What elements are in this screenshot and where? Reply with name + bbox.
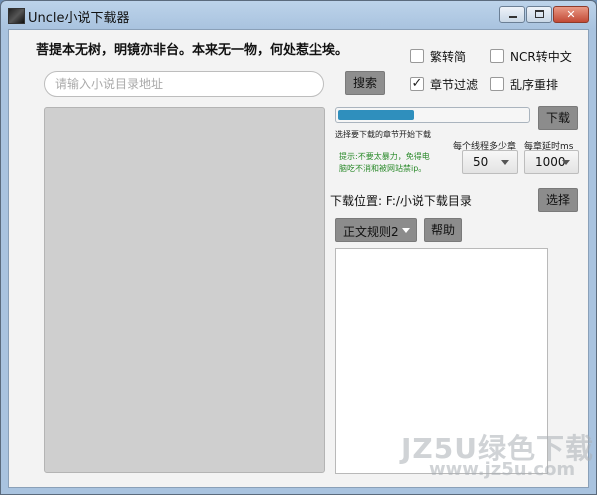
chevron-down-icon — [562, 160, 570, 165]
download-hint: 选择要下载的章节开始下载 — [335, 130, 431, 139]
tip-text-line1: 提示:不要太暴力，免得电 — [339, 152, 430, 161]
minimize-icon — [509, 16, 517, 18]
window-title: Uncle小说下载器 — [28, 11, 130, 26]
maximize-icon — [535, 10, 544, 18]
threads-dropdown[interactable]: 50 — [462, 150, 518, 174]
chevron-down-icon — [501, 160, 509, 165]
checkbox-box[interactable]: ✓ — [410, 77, 424, 91]
checkbox-label: 繁转简 — [430, 50, 467, 64]
checkbox-box[interactable] — [410, 49, 424, 63]
select-folder-button[interactable]: 选择 — [538, 188, 578, 212]
app-icon — [8, 8, 25, 24]
watermark-url: www.jz5u.com — [429, 459, 576, 480]
motto-text: 菩提本无树，明镜亦非台。本来无一物，何处惹尘埃。 — [36, 43, 349, 58]
close-button[interactable]: ✕ — [553, 6, 589, 23]
delay-value: 1000 — [535, 155, 566, 169]
download-location: 下载位置: F:/小说下载目录 — [330, 194, 472, 208]
download-button[interactable]: 下载 — [538, 106, 578, 130]
checkbox-label: 乱序重排 — [510, 78, 559, 92]
close-icon: ✕ — [566, 8, 576, 21]
title-bar[interactable]: Uncle小说下载器 ✕ — [1, 1, 596, 29]
chapter-list[interactable] — [44, 107, 325, 473]
minimize-button[interactable] — [499, 6, 525, 23]
delay-dropdown[interactable]: 1000 — [524, 150, 579, 174]
search-button[interactable]: 搜索 — [345, 71, 385, 95]
checkbox-box[interactable] — [490, 49, 504, 63]
maximize-button[interactable] — [526, 6, 552, 23]
help-button[interactable]: 帮助 — [424, 218, 462, 242]
download-progress-bar — [335, 107, 530, 123]
chevron-down-icon — [402, 228, 410, 233]
checkbox-label: NCR转中文 — [510, 50, 572, 64]
content-rule-dropdown[interactable]: 正文规则2 — [335, 218, 417, 242]
app-window: Uncle小说下载器 ✕ 菩提本无树，明镜亦非台。本来无一物，何处惹尘埃。 搜索… — [0, 0, 597, 495]
progress-fill — [338, 110, 414, 120]
checkbox-box[interactable] — [490, 77, 504, 91]
checkbox-label: 章节过滤 — [430, 78, 479, 92]
content-rule-value: 正文规则2 — [343, 225, 399, 239]
threads-value: 50 — [473, 155, 489, 169]
check-mark-icon: ✓ — [411, 76, 423, 91]
search-input[interactable] — [44, 71, 324, 97]
tip-text-line2: 脑吃不消和被网站禁ip。 — [339, 164, 427, 173]
